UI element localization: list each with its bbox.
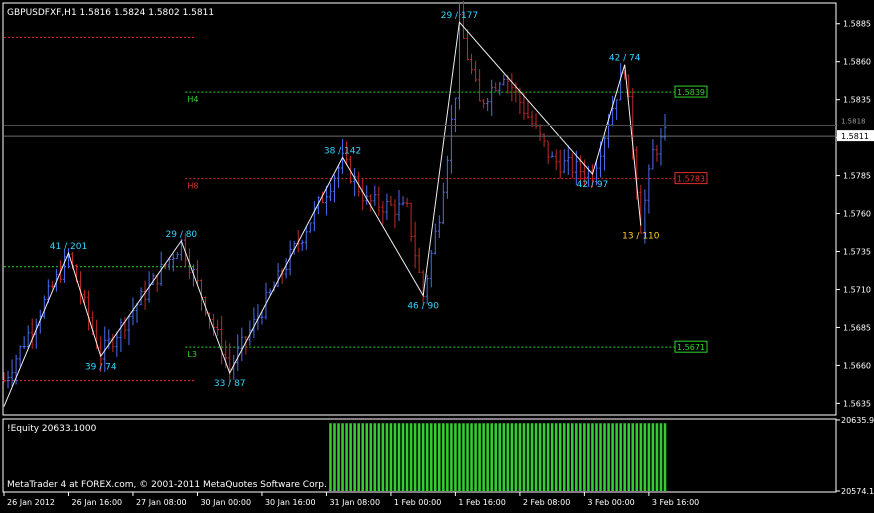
zigzag-label: 13 / 110 <box>622 232 660 242</box>
y-tick-label: 1.5660 <box>843 361 871 370</box>
zigzag-label: 46 / 90 <box>407 302 439 312</box>
level-box-label-H8: 1.5783 <box>677 175 705 184</box>
x-tick-label: 26 Jan 2012 <box>7 498 55 507</box>
y-tick-label: 1.5710 <box>843 285 871 294</box>
indicator-tick-label: 20635.9 <box>841 416 874 425</box>
symbol-header: GBPUSDFXF,H1 1.5816 1.5824 1.5802 1.5811 <box>7 8 214 18</box>
y-tick-label: 1.5685 <box>843 323 871 332</box>
price-chart[interactable]: H4 1.5839 H8 1.5783 L3 1.5671 41 / 201 39 / 74… <box>0 0 874 509</box>
y-tick-label: 1.5885 <box>843 20 871 29</box>
y-tick-label: 1.5760 <box>843 210 871 219</box>
zigzag-label: 29 / 177 <box>441 11 478 21</box>
bid-price-label: 1.5818 <box>841 117 866 125</box>
indicator-label: !Equity 20633.1000 <box>7 424 97 434</box>
y-tick-label: 1.5735 <box>843 248 871 257</box>
chart-background <box>0 0 874 509</box>
zigzag-label: 38 / 142 <box>324 146 361 156</box>
zigzag-label: 42 / 97 <box>577 180 609 190</box>
indicator-tick-label: 20574.1 <box>841 487 874 496</box>
current-price-label: 1.5811 <box>841 132 869 141</box>
trading-terminal-window: H4 1.5839 H8 1.5783 L3 1.5671 41 / 201 39 / 74… <box>0 0 874 509</box>
zigzag-label: 41 / 201 <box>50 242 87 252</box>
x-tick-label: 26 Jan 16:00 <box>71 498 122 507</box>
level-label-H4: H4 <box>187 95 198 104</box>
y-tick-label: 1.5860 <box>843 58 871 67</box>
y-tick-label: 1.5635 <box>843 399 871 408</box>
x-tick-label: 30 Jan 00:00 <box>200 498 251 507</box>
level-box-label-L3: 1.5671 <box>677 343 705 352</box>
x-tick-label: 30 Jan 16:00 <box>265 498 316 507</box>
level-box-label-H4: 1.5839 <box>677 88 705 97</box>
x-tick-label: 1 Feb 00:00 <box>394 498 441 507</box>
x-tick-label: 3 Feb 16:00 <box>652 498 699 507</box>
zigzag-label: 39 / 74 <box>85 362 117 372</box>
y-tick-label: 1.5785 <box>843 172 871 181</box>
zigzag-label: 29 / 80 <box>166 230 198 240</box>
level-label-L3: L3 <box>187 350 197 359</box>
zigzag-label: 33 / 87 <box>214 379 246 389</box>
x-tick-label: 27 Jan 08:00 <box>136 498 187 507</box>
zigzag-label: 42 / 74 <box>609 54 641 64</box>
x-tick-label: 1 Feb 16:00 <box>458 498 505 507</box>
level-label-H8: H8 <box>187 182 198 191</box>
x-tick-label: 2 Feb 08:00 <box>523 498 570 507</box>
y-tick-label: 1.5835 <box>843 96 871 105</box>
x-tick-label: 3 Feb 00:00 <box>587 498 634 507</box>
copyright-text: MetaTrader 4 at FOREX.com, © 2001-2011 M… <box>7 480 327 490</box>
x-tick-label: 31 Jan 08:00 <box>329 498 380 507</box>
